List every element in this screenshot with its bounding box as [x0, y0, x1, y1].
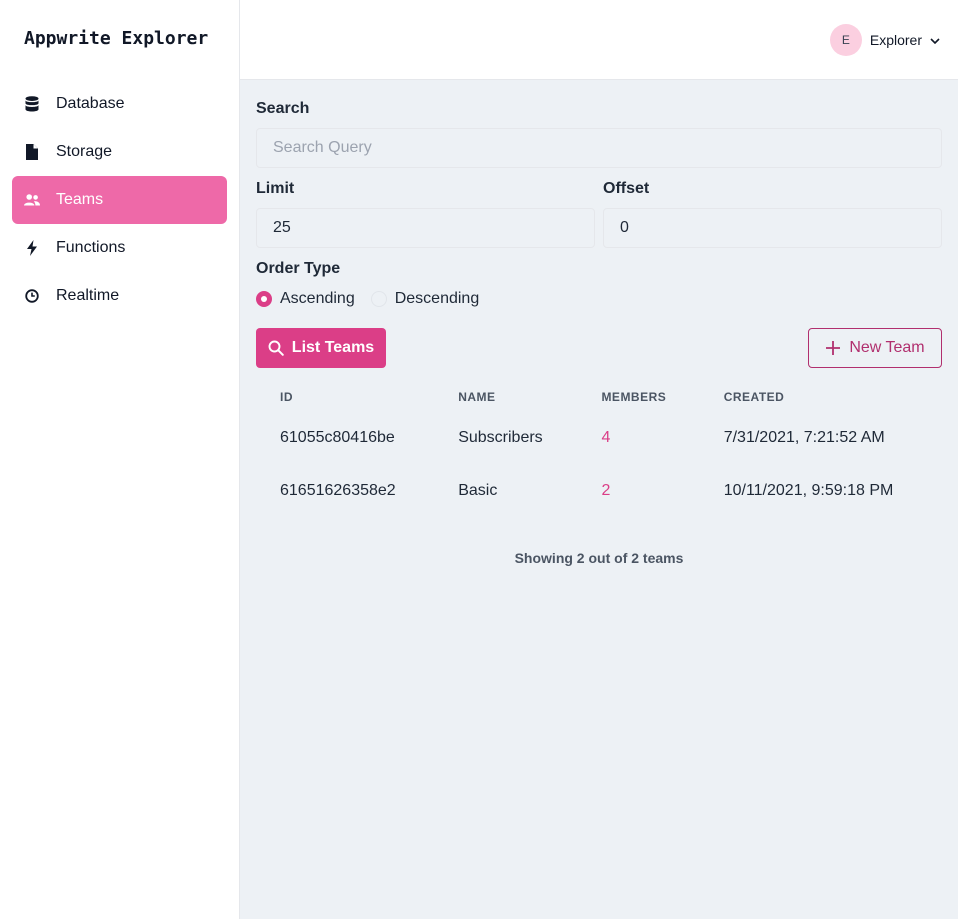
table-row[interactable]: 61651626358e2 Basic 2 10/11/2021, 9:59:1… — [280, 464, 942, 517]
column-header-name: NAME — [458, 390, 496, 404]
clock-icon — [24, 288, 40, 304]
sidebar-item-storage[interactable]: Storage — [12, 128, 227, 176]
table-header-row: ID NAME MEMBERS CREATED — [280, 383, 942, 411]
file-icon — [24, 144, 40, 160]
top-bar: E Explorer — [240, 0, 958, 80]
new-team-label: New Team — [849, 339, 925, 356]
ascending-label: Ascending — [280, 290, 355, 307]
results-summary: Showing 2 out of 2 teams — [514, 550, 684, 566]
teams-table: ID NAME MEMBERS CREATED 61055c80416be Su… — [280, 383, 942, 517]
new-team-button[interactable]: New Team — [808, 328, 942, 368]
team-members-link[interactable]: 4 — [601, 411, 723, 464]
sidebar-item-label: Storage — [56, 143, 113, 160]
column-header-id: ID — [280, 390, 293, 404]
sidebar-item-label: Teams — [56, 191, 104, 208]
limit-label: Limit — [256, 180, 295, 197]
app-title: Appwrite Explorer — [24, 28, 209, 49]
list-teams-button[interactable]: List Teams — [256, 328, 386, 368]
descending-radio[interactable] — [370, 291, 387, 307]
sidebar-item-label: Realtime — [56, 287, 120, 304]
team-id: 61651626358e2 — [280, 481, 396, 499]
sidebar-item-functions[interactable]: Functions — [12, 224, 227, 272]
team-created: 7/31/2021, 7:21:52 AM — [723, 428, 885, 446]
team-name: Basic — [458, 481, 498, 499]
database-icon — [24, 96, 40, 112]
order-type-label: Order Type — [256, 260, 341, 277]
offset-input[interactable] — [603, 208, 942, 248]
users-icon — [24, 192, 40, 208]
user-name: Explorer — [869, 32, 922, 48]
table-row[interactable]: 61055c80416be Subscribers 4 7/31/2021, 7… — [280, 411, 942, 464]
search-icon — [268, 340, 284, 356]
search-label: Search — [256, 100, 310, 117]
sidebar-item-database[interactable]: Database — [12, 80, 227, 128]
avatar: E — [829, 24, 862, 56]
plus-icon — [825, 340, 841, 356]
sidebar-nav: Database Storage Teams Functions Realtim… — [12, 80, 227, 320]
ascending-radio[interactable] — [256, 291, 272, 307]
limit-input[interactable] — [256, 208, 595, 248]
column-header-members: MEMBERS — [601, 390, 667, 404]
chevron-down-icon — [930, 31, 940, 49]
team-members-link[interactable]: 2 — [601, 464, 723, 517]
sidebar-item-label: Functions — [56, 239, 126, 256]
sidebar: Appwrite Explorer Database Storage Teams… — [0, 0, 240, 919]
order-type-radio-group: Ascending Descending — [256, 290, 479, 308]
user-menu[interactable]: E Explorer — [829, 24, 940, 56]
descending-label: Descending — [394, 290, 480, 307]
team-created: 10/11/2021, 9:59:18 PM — [723, 481, 894, 499]
team-name: Subscribers — [458, 428, 543, 446]
sidebar-item-label: Database — [56, 95, 125, 112]
list-teams-label: List Teams — [291, 339, 375, 356]
team-id: 61055c80416be — [280, 428, 395, 446]
lightning-icon — [24, 240, 40, 256]
search-input[interactable] — [256, 128, 942, 168]
offset-label: Offset — [603, 180, 650, 197]
column-header-created: CREATED — [723, 390, 785, 404]
sidebar-item-realtime[interactable]: Realtime — [12, 272, 227, 320]
sidebar-item-teams[interactable]: Teams — [12, 176, 227, 224]
